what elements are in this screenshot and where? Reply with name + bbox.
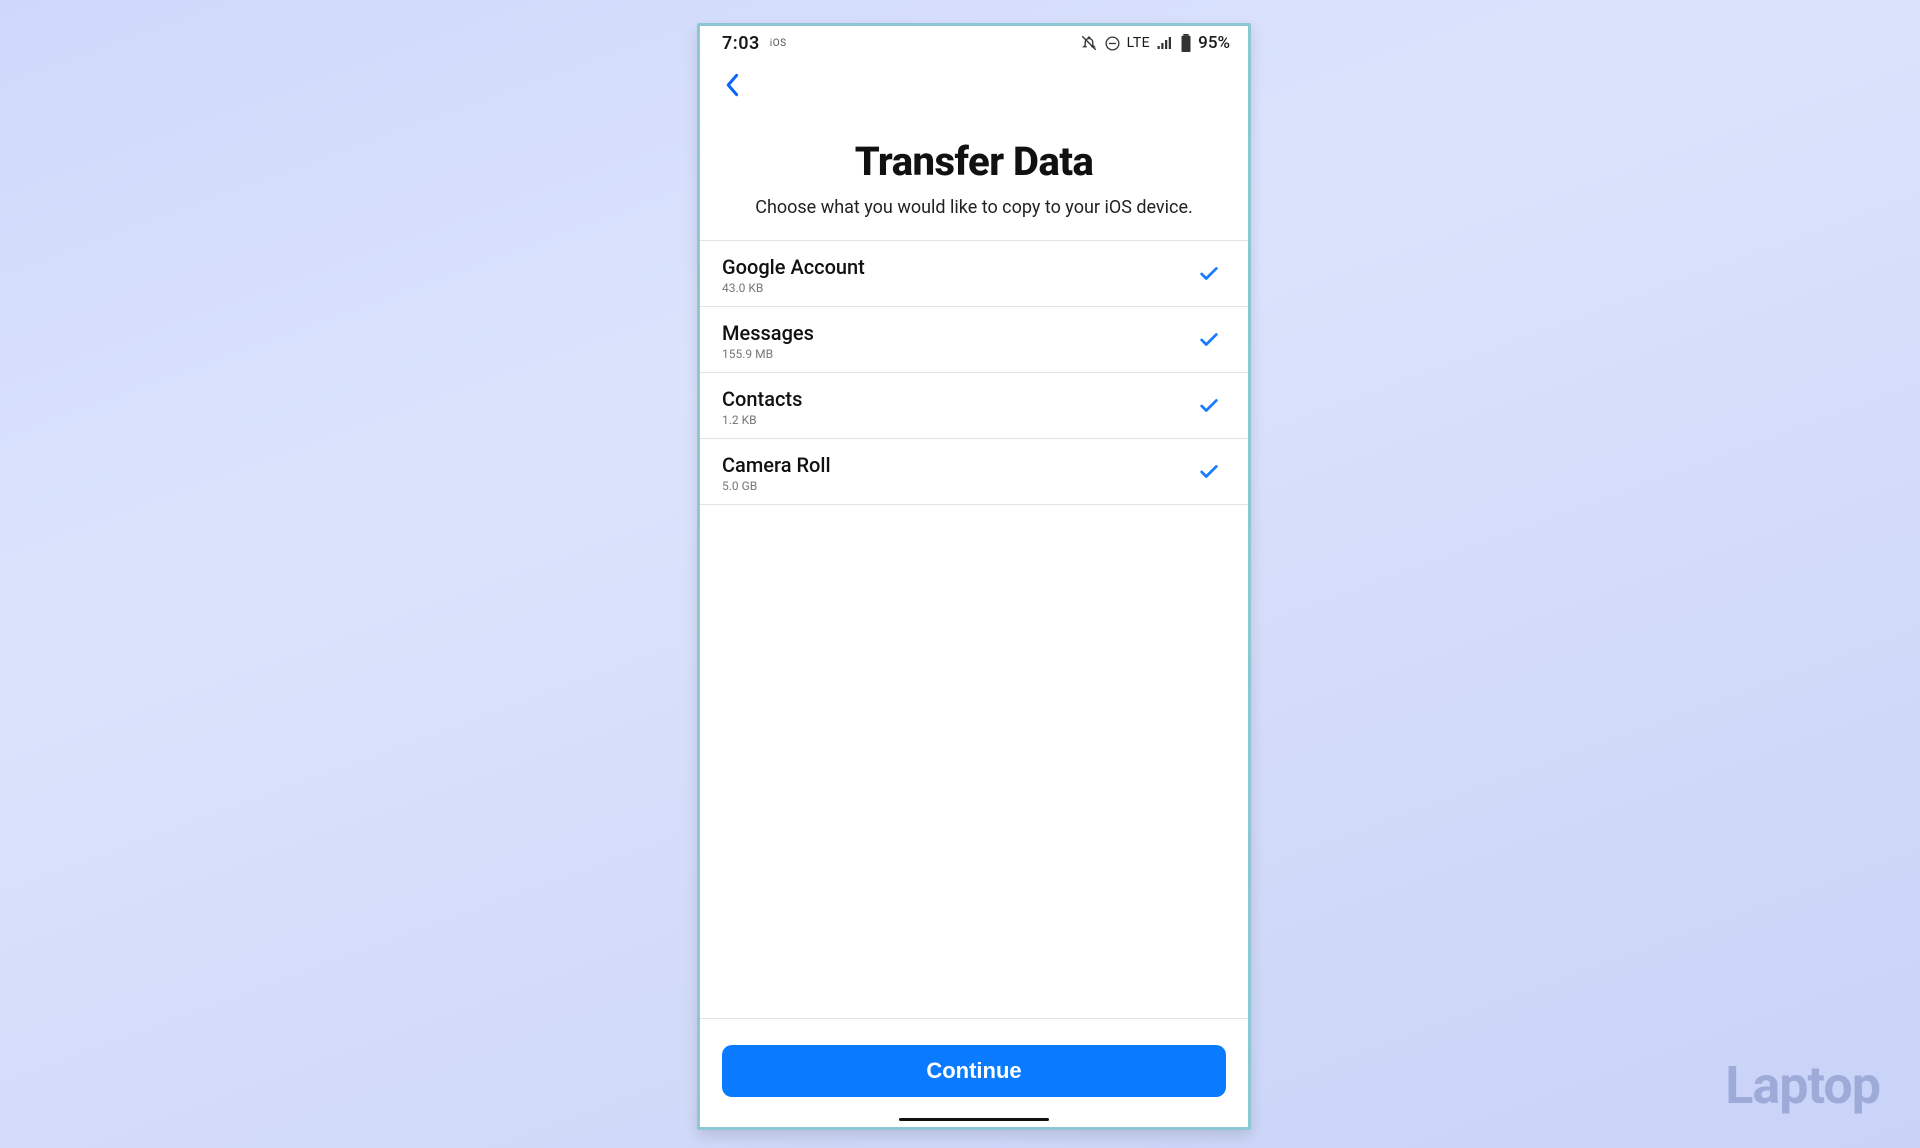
item-label: Google Account xyxy=(722,255,865,279)
page-header: Transfer Data Choose what you would like… xyxy=(700,110,1248,240)
item-size: 5.0 GB xyxy=(722,479,831,493)
back-button[interactable] xyxy=(718,70,748,100)
top-nav xyxy=(700,60,1248,110)
checkmark-icon xyxy=(1198,262,1220,288)
page-title: Transfer Data xyxy=(720,138,1228,185)
do-not-disturb-icon xyxy=(1104,35,1121,52)
watermark: Laptop xyxy=(1725,1055,1880,1116)
signal-icon xyxy=(1156,34,1174,52)
item-label: Messages xyxy=(722,321,814,345)
item-text: Contacts 1.2 KB xyxy=(722,387,802,427)
transfer-items-list: Google Account 43.0 KB Messages 155.9 MB… xyxy=(700,240,1248,505)
home-indicator[interactable] xyxy=(899,1118,1049,1121)
status-app-badge: iOS xyxy=(770,38,787,49)
checkmark-icon xyxy=(1198,460,1220,486)
item-contacts[interactable]: Contacts 1.2 KB xyxy=(700,373,1248,439)
item-size: 155.9 MB xyxy=(722,347,814,361)
status-bar-left: 7:03 iOS xyxy=(722,33,787,54)
checkmark-icon xyxy=(1198,394,1220,420)
item-text: Camera Roll 5.0 GB xyxy=(722,453,831,493)
battery-icon xyxy=(1180,34,1192,52)
page-subtitle: Choose what you would like to copy to yo… xyxy=(720,197,1228,218)
item-size: 1.2 KB xyxy=(722,413,802,427)
item-messages[interactable]: Messages 155.9 MB xyxy=(700,307,1248,373)
notifications-muted-icon xyxy=(1080,34,1098,52)
item-text: Messages 155.9 MB xyxy=(722,321,814,361)
network-label: LTE xyxy=(1127,35,1150,51)
battery-percentage: 95% xyxy=(1198,33,1230,53)
item-size: 43.0 KB xyxy=(722,281,865,295)
status-bar: 7:03 iOS LTE xyxy=(700,26,1248,60)
chevron-left-icon xyxy=(724,73,742,97)
status-bar-right: LTE 95% xyxy=(1080,33,1230,53)
item-label: Camera Roll xyxy=(722,453,831,477)
item-camera-roll[interactable]: Camera Roll 5.0 GB xyxy=(700,439,1248,505)
continue-button[interactable]: Continue xyxy=(722,1045,1226,1097)
item-label: Contacts xyxy=(722,387,802,411)
checkmark-icon xyxy=(1198,328,1220,354)
item-google-account[interactable]: Google Account 43.0 KB xyxy=(700,241,1248,307)
status-time: 7:03 xyxy=(722,33,760,54)
spacer xyxy=(700,505,1248,1018)
footer: Continue xyxy=(700,1018,1248,1127)
item-text: Google Account 43.0 KB xyxy=(722,255,865,295)
phone-frame: 7:03 iOS LTE xyxy=(697,23,1251,1130)
